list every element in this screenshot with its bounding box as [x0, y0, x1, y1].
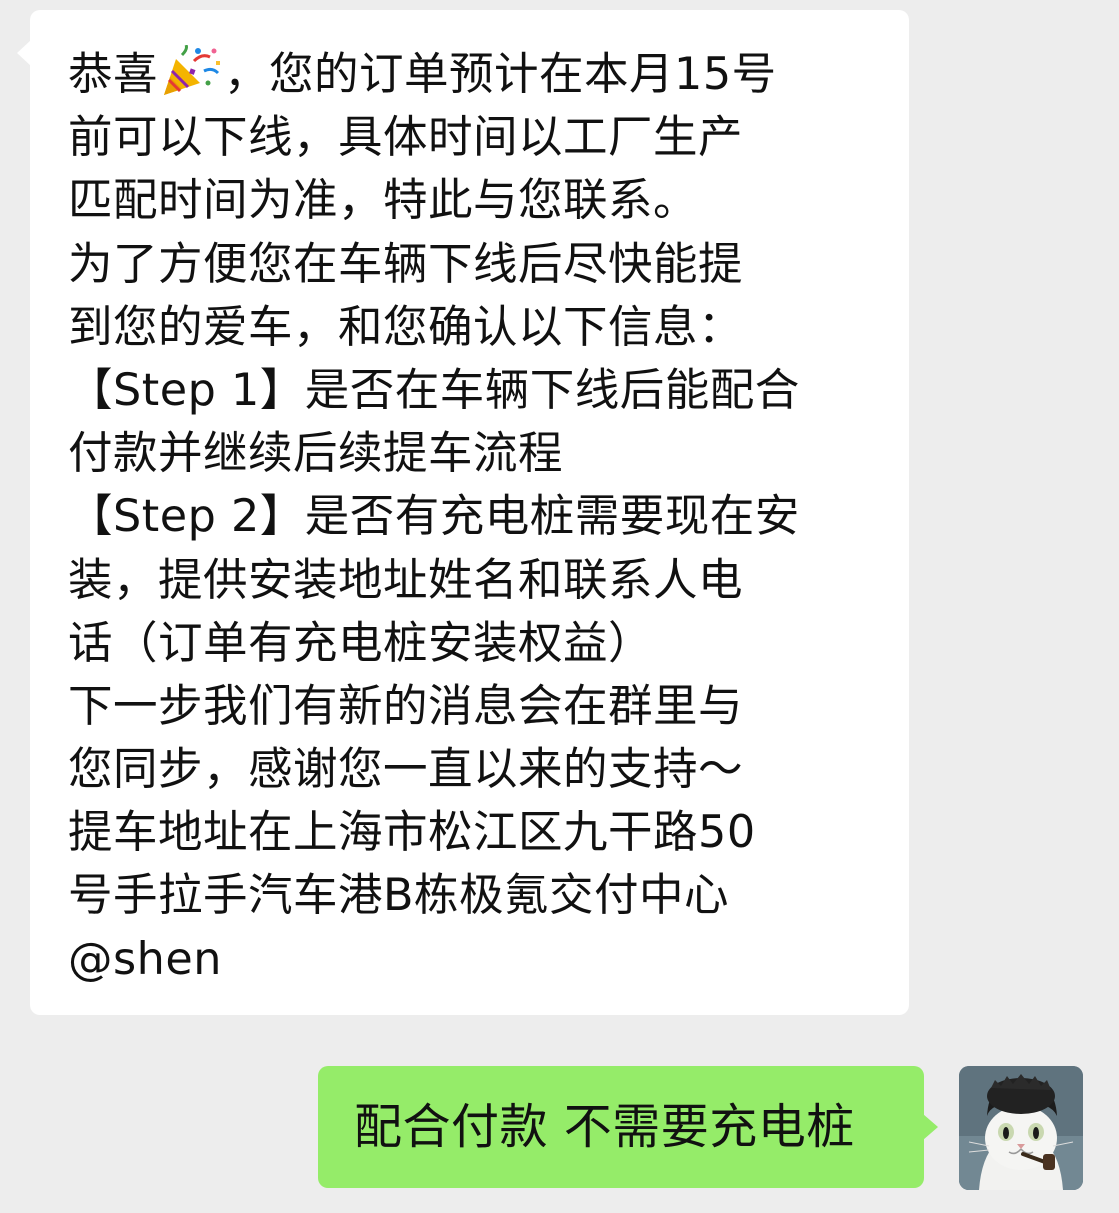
message-line-12: 您同步，感谢您一直以来的支持～ — [68, 744, 744, 796]
message-line-6: 【Step 1】是否在车辆下线后能配合 — [68, 364, 800, 416]
message-line-7: 付款并继续后续提车流程 — [68, 428, 564, 480]
message-line-9: 装，提供安装地址姓名和联系人电 — [68, 554, 744, 606]
cat-avatar-icon — [959, 1066, 1083, 1190]
message-line-1-start: 恭喜 — [68, 49, 159, 100]
avatar[interactable] — [959, 1066, 1083, 1190]
message-line-4: 为了方便您在车辆下线后尽快能提 — [68, 238, 744, 290]
incoming-message-text: 恭喜 ，您的订单预计在本月15号 前可以下线，具体时间以工厂生产 匹配时间为准，… — [68, 43, 898, 991]
message-line-2: 前可以下线，具体时间以工厂生产 — [68, 112, 744, 164]
incoming-message-bubble[interactable]: 恭喜 ，您的订单预计在本月15号 前可以下线，具体时间以工厂生产 匹配时间为准，… — [17, 10, 909, 1015]
message-line-14: 号手拉手汽车港B栋极氪交付中心 — [68, 870, 730, 922]
message-line-1-end: ，您的订单预计在本月15号 — [224, 49, 777, 100]
message-line-8: 【Step 2】是否有充电桩需要现在安 — [68, 491, 800, 543]
message-line-10: 话（订单有充电桩安装权益） — [68, 617, 654, 669]
message-line-11: 下一步我们有新的消息会在群里与 — [68, 680, 744, 732]
outgoing-message-text: 配合付款 不需要充电桩 — [354, 1099, 855, 1155]
message-line-15-mention[interactable]: @shen — [68, 928, 898, 991]
outgoing-message-bubble[interactable]: 配合付款 不需要充电桩 — [318, 1066, 938, 1188]
message-line-13: 提车地址在上海市松江区九干路50 — [68, 807, 756, 859]
message-line-3: 匹配时间为准，特此与您联系。 — [68, 175, 699, 227]
message-line-5: 到您的爱车，和您确认以下信息： — [68, 301, 744, 353]
party-popper-icon — [160, 44, 222, 97]
message-line-1: 恭喜 ，您的订单预计在本月15号 — [68, 43, 898, 106]
